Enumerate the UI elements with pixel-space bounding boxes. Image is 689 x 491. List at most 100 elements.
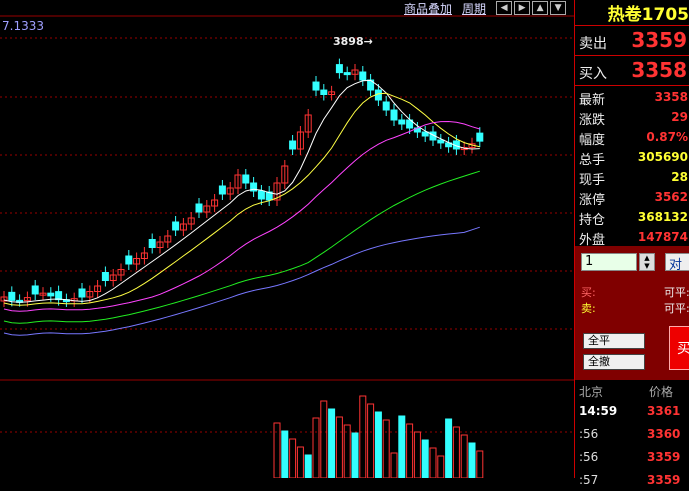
divider <box>575 25 689 26</box>
chart-grid <box>0 15 574 433</box>
volume-bar <box>281 430 289 478</box>
volume-bar <box>312 417 320 478</box>
volume-bar <box>296 446 304 478</box>
volume-bar <box>273 422 281 478</box>
buy-label: 买入 <box>579 66 607 82</box>
tick-header: 北京 价格 <box>575 380 689 400</box>
sell-row[interactable]: 卖出 3359 <box>575 27 689 55</box>
volume-bar <box>328 408 336 478</box>
candle-body <box>218 185 226 195</box>
tick-price: 3361 <box>647 404 681 418</box>
volume-bar <box>460 434 468 478</box>
stat-value: 3358 <box>654 90 688 104</box>
stat-label: 涨跌 <box>579 113 606 128</box>
candle-body <box>398 119 406 125</box>
volume-bar <box>343 424 351 478</box>
candle-body <box>359 71 367 81</box>
tick-time: :56 <box>579 427 599 441</box>
stat-row: 外盘 147874 <box>575 227 689 248</box>
tick-time: :56 <box>579 450 599 464</box>
volume-bar <box>351 432 359 478</box>
stat-label: 涨停 <box>579 193 606 208</box>
volume-bar <box>421 439 429 478</box>
candle-body <box>476 132 484 142</box>
arrow-left-icon[interactable]: ◀ <box>496 1 513 15</box>
stat-row: 总手 305690 <box>575 147 689 168</box>
stat-value: 29 <box>671 110 688 124</box>
stat-row: 最新 3358 <box>575 87 689 108</box>
candle-body <box>8 291 16 301</box>
arrow-right-icon[interactable]: ▶ <box>514 1 531 15</box>
ma-line <box>3 120 480 312</box>
stat-value: 147874 <box>637 230 688 244</box>
ma-value-readout: 7.1333 <box>2 19 44 33</box>
volume-bar <box>437 455 445 478</box>
tick-price: 3359 <box>647 473 681 487</box>
peak-price-label: 3898→ <box>333 35 373 48</box>
volume-bar <box>445 418 453 478</box>
stat-row: 涨跌 29 <box>575 107 689 128</box>
available-close-sell: 可平: <box>664 302 689 315</box>
stat-row: 持仓 368132 <box>575 207 689 228</box>
zoom-in-icon[interactable]: ▲ <box>532 1 549 15</box>
tick-location: 北京 <box>579 385 604 399</box>
buy-text: 买: <box>581 286 596 299</box>
contract-name: 热卷1705 <box>607 5 689 24</box>
volume-bar <box>429 447 437 478</box>
moving-averages <box>3 79 480 336</box>
divider <box>575 85 689 86</box>
candle-body <box>47 292 55 297</box>
cancel-all-button[interactable]: 全撤 <box>583 354 645 370</box>
volume-bar <box>452 426 460 478</box>
stat-label: 幅度 <box>579 133 606 148</box>
volume-bar <box>304 454 312 478</box>
tick-price: 3359 <box>647 450 681 464</box>
candle-body <box>242 174 250 184</box>
stat-value: 3562 <box>654 190 688 204</box>
stat-row: 涨停 3562 <box>575 187 689 208</box>
tick-time: 14:59 <box>579 404 618 418</box>
candle-body <box>343 72 351 76</box>
candle-body <box>148 239 156 248</box>
volume-bar <box>382 419 390 478</box>
buy-price[interactable]: 3358 <box>631 58 687 82</box>
submit-order-button[interactable]: 买 <box>669 326 689 370</box>
period-button[interactable]: 周期 <box>462 0 486 17</box>
quantity-input[interactable]: 1 <box>581 253 637 271</box>
tick-row: :56 3359 <box>575 446 689 468</box>
volume-bar <box>320 400 328 478</box>
volume-bar <box>359 395 367 478</box>
tick-price: 3360 <box>647 427 681 441</box>
sell-price[interactable]: 3359 <box>631 28 687 52</box>
stat-value: 305690 <box>637 150 688 164</box>
chart-toolbar: 商品叠加 周期 ◀ ▶ ▲ ▼ <box>404 0 567 17</box>
candle-body <box>257 190 265 200</box>
tick-row: :57 3359 <box>575 469 689 491</box>
candle-body <box>289 140 297 150</box>
sell-text: 卖: <box>581 302 596 315</box>
overlay-button[interactable]: 商品叠加 <box>404 0 452 17</box>
stat-value: 28 <box>671 170 688 184</box>
stat-label: 持仓 <box>579 213 606 228</box>
ma-line <box>3 79 480 303</box>
zoom-out-icon[interactable]: ▼ <box>550 1 567 15</box>
tick-price-header: 价格 <box>649 385 674 399</box>
candle-body <box>390 109 398 121</box>
divider <box>575 55 689 56</box>
counterparty-price-button[interactable]: 对手 <box>665 253 689 271</box>
kline-chart[interactable] <box>0 0 574 478</box>
candle-body <box>55 291 63 301</box>
tick-time: :57 <box>579 473 599 487</box>
candle-body <box>320 89 328 96</box>
stat-value: 0.87% <box>646 130 688 144</box>
candle-body <box>31 285 39 295</box>
volume-bar <box>398 415 406 478</box>
candle-body <box>335 64 343 74</box>
buy-row[interactable]: 买入 3358 <box>575 57 689 85</box>
close-all-button[interactable]: 全平 <box>583 333 645 349</box>
candlesticks <box>0 58 484 307</box>
quantity-stepper[interactable]: ▲ ▼ <box>639 253 655 271</box>
order-form: 1 ▲▼ 对手 买: 卖: 可平: 可平: 全平 全撤 买 <box>575 246 689 380</box>
volume-bar <box>468 442 476 478</box>
volume-bar <box>476 450 484 478</box>
